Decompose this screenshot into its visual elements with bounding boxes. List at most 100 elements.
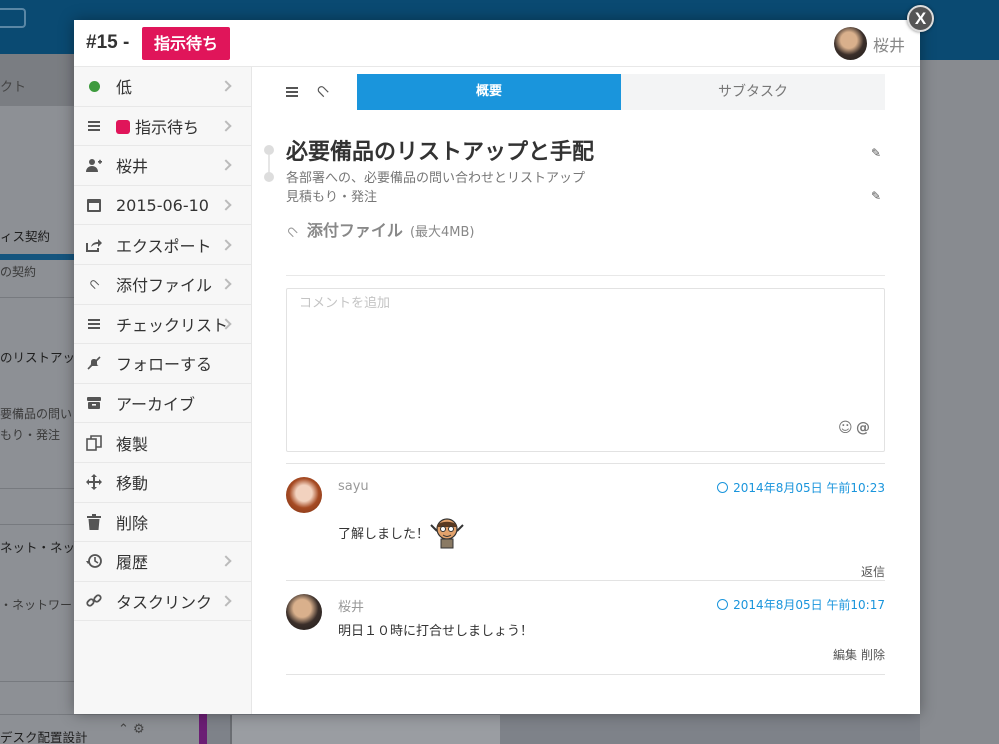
sidebar-item-text: 指示待ち	[135, 117, 200, 137]
user-name[interactable]: 桜井	[873, 32, 905, 56]
link-icon	[86, 593, 102, 609]
task-sidebar: 低 指示待ち 桜井 2015-06-10 エクスポート ⊂ 添付ファイル チェッ…	[74, 67, 252, 714]
chevron-right-icon	[220, 80, 232, 92]
sidebar-item-attachment[interactable]: ⊂ 添付ファイル	[74, 265, 251, 305]
task-title[interactable]: 必要備品のリストアップと手配	[286, 134, 594, 166]
comment-text: 了解しました！	[338, 527, 430, 542]
sidebar-item-duplicate[interactable]: 複製	[74, 423, 251, 463]
chevron-right-icon	[220, 555, 232, 568]
add-user-icon	[86, 157, 102, 173]
tab-overview[interactable]: 概要	[357, 74, 621, 110]
timeline-dot	[264, 145, 274, 155]
archive-box-icon	[0, 8, 26, 28]
background-task-title: デスク配置設計	[0, 730, 88, 744]
chevron-right-icon	[220, 239, 232, 251]
list-icon	[86, 316, 102, 332]
task-description-line[interactable]: 各部署への、必要備品の問い合わせとリストアップ	[286, 167, 585, 186]
divider	[286, 674, 885, 675]
comment-author[interactable]: 桜井	[338, 596, 364, 615]
task-number: #15 -	[86, 32, 130, 53]
status-color-swatch	[116, 119, 130, 134]
background-task-subtitle: の契約	[0, 265, 37, 279]
sidebar-item-export[interactable]: エクスポート	[74, 225, 251, 265]
background-card	[230, 715, 500, 744]
comment-timestamp: 2014年8月05日 午前10:23	[717, 479, 885, 496]
sidebar-item-label: 桜井	[116, 157, 149, 177]
comment-box: ☺ @	[286, 288, 885, 452]
reply-button[interactable]: 返信	[861, 563, 885, 580]
attachment-max-size: (最大4MB)	[409, 225, 475, 240]
modal-header: #15 - 指示待ち 桜井	[74, 20, 920, 67]
sidebar-item-due-date[interactable]: 2015-06-10	[74, 186, 251, 226]
paperclip-icon: ⊂	[84, 275, 104, 294]
sidebar-item-checklist[interactable]: チェックリスト	[74, 305, 251, 345]
sidebar-item-task-link[interactable]: タスクリンク	[74, 582, 251, 622]
sidebar-item-delete[interactable]: 削除	[74, 503, 251, 543]
list-icon	[86, 118, 102, 134]
sidebar-item-label: エクスポート	[116, 236, 212, 256]
comment-input[interactable]	[299, 296, 869, 311]
chevron-right-icon	[220, 278, 232, 290]
trash-icon	[86, 513, 102, 530]
sidebar-item-label: チェックリスト	[116, 315, 229, 335]
delete-button[interactable]: 削除	[861, 646, 885, 663]
chevron-right-icon	[220, 595, 232, 607]
sidebar-item-move[interactable]: 移動	[74, 463, 251, 503]
calendar-icon	[86, 197, 102, 213]
green-dot-icon	[86, 78, 102, 94]
divider	[286, 580, 885, 581]
background-task-subtitle: 要備品の問い	[0, 407, 73, 421]
sidebar-item-priority[interactable]: 低	[74, 67, 251, 107]
sidebar-item-status[interactable]: 指示待ち	[74, 107, 251, 147]
paperclip-icon: ⊂	[282, 222, 302, 242]
background-right-bar	[920, 54, 999, 60]
user-avatar[interactable]	[834, 27, 867, 60]
history-icon	[86, 553, 102, 569]
sidebar-item-follow[interactable]: フォローする	[74, 344, 251, 384]
sidebar-item-history[interactable]: 履歴	[74, 542, 251, 582]
background-task-title: ィス契約	[0, 229, 51, 244]
move-icon	[86, 474, 102, 491]
sidebar-item-label: 添付ファイル	[116, 276, 213, 296]
edit-button[interactable]: 編集	[833, 646, 857, 663]
pencil-icon[interactable]: ✎	[871, 146, 881, 160]
attachment-section[interactable]: ⊂ 添付ファイル (最大4MB)	[282, 217, 475, 242]
tab-subtask[interactable]: サブタスク	[621, 74, 885, 110]
emoji-icon[interactable]: ☺	[838, 420, 853, 436]
export-icon	[86, 237, 102, 253]
comment-author[interactable]: sayu	[338, 479, 369, 494]
sidebar-item-label: 移動	[116, 474, 149, 494]
background-divider	[0, 714, 200, 715]
comment-item: sayu 2014年8月05日 午前10:23 了解しました！ 返信	[286, 477, 885, 580]
paperclip-icon[interactable]: ⊂	[311, 79, 334, 102]
copy-icon	[86, 434, 102, 451]
task-description-line[interactable]: 見積もり・発注	[286, 186, 377, 205]
status-badge[interactable]: 指示待ち	[142, 27, 231, 60]
pencil-icon[interactable]: ✎	[871, 189, 881, 203]
avatar[interactable]	[286, 594, 322, 630]
sticker-icon	[430, 518, 464, 549]
sidebar-item-label: 削除	[116, 513, 149, 533]
timeline-dot	[264, 172, 274, 182]
chevron-right-icon	[220, 199, 232, 211]
divider	[286, 275, 885, 276]
comment-text: 明日１０時に打合せしましょう！	[338, 624, 534, 639]
sidebar-item-label: フォローする	[116, 355, 213, 375]
sidebar-item-label: アーカイブ	[116, 395, 196, 415]
chevron-right-icon	[220, 120, 232, 132]
background-task-subtitle: ・ネットワー	[0, 598, 73, 612]
close-button[interactable]: X	[907, 5, 934, 32]
background-task-title: ネット・ネッ	[0, 540, 76, 555]
sidebar-item-assignee[interactable]: 桜井	[74, 146, 251, 186]
comment-timestamp: 2014年8月05日 午前10:17	[717, 596, 885, 613]
mention-icon[interactable]: @	[856, 420, 870, 436]
sidebar-item-archive[interactable]: アーカイブ	[74, 384, 251, 424]
archive-icon	[86, 395, 102, 411]
avatar[interactable]	[286, 477, 322, 513]
sidebar-item-label: 履歴	[116, 553, 149, 573]
divider	[286, 463, 885, 464]
sidebar-item-label: 指示待ち	[116, 114, 199, 138]
list-view-icon[interactable]	[286, 87, 298, 97]
chevron-right-icon	[220, 159, 232, 172]
background-right-panel	[920, 54, 999, 744]
